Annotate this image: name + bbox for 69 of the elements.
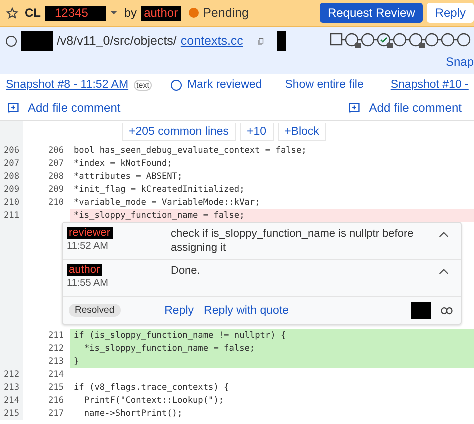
mark-reviewed-radio[interactable] (171, 80, 182, 90)
dropdown-icon[interactable] (110, 9, 118, 17)
star-icon[interactable] (6, 6, 19, 20)
line-number: 215 (3, 408, 21, 418)
snapshot-link[interactable]: Snapshot #8 - 11:52 AM (6, 79, 129, 91)
line-number: 207 (47, 158, 65, 168)
resolved-chip: Resolved (69, 304, 121, 317)
expand-lines-button[interactable]: +205 common lines (122, 123, 236, 141)
reply-button[interactable]: Reply (427, 3, 474, 23)
line-number: 212 (3, 370, 21, 380)
line-number: 206 (3, 146, 21, 156)
comment-text: check if is_sloppy_function_name is nullptr before assigning it (171, 227, 415, 255)
author-name: author (141, 6, 182, 20)
line-number: 207 (3, 158, 21, 168)
line-number: 214 (3, 396, 21, 406)
type-tag: text (134, 80, 152, 90)
line-number: 217 (47, 408, 65, 418)
file-name-link[interactable]: contexts.cc (180, 34, 244, 48)
line-number: 208 (47, 172, 65, 182)
add-comment-icon (8, 102, 19, 114)
status-dot (189, 8, 200, 18)
add-file-comment-link[interactable]: Add file comment (8, 101, 121, 115)
redaction-block (411, 302, 431, 319)
show-entire-file-link[interactable]: Show entire file (285, 79, 364, 91)
code-line: PrintF("Context::Lookup("); (83, 394, 226, 407)
code-line: *variable_mode = VariableMode::kVar; (73, 196, 262, 209)
commenter-name: author (67, 264, 102, 276)
line-number: 211 (3, 210, 21, 220)
code-line: bool has_seen_debug_evaluate_context = false; (73, 144, 308, 157)
line-number: 206 (47, 146, 65, 156)
cl-label: CL (25, 6, 41, 20)
line-number: 209 (3, 184, 21, 194)
by-label: by (124, 6, 138, 20)
reply-link[interactable]: Reply (164, 304, 194, 316)
line-number: 213 (3, 382, 21, 392)
comment-time: 11:55 AM (67, 278, 109, 289)
expand-lines-button[interactable]: +Block (278, 123, 326, 141)
comment-time: 11:52 AM (67, 241, 109, 252)
expand-lines-button[interactable]: +10 (240, 123, 274, 141)
redaction-block (21, 31, 53, 51)
add-file-comment-link[interactable]: Add file comment (349, 101, 462, 115)
redaction-block (277, 31, 286, 51)
mark-reviewed-link[interactable]: Mark reviewed (187, 79, 262, 91)
code-line: name->ShortPrint(); (83, 408, 184, 420)
line-number: 209 (47, 184, 65, 194)
code-line: *index = kNotFound; (73, 158, 174, 170)
code-line: *attributes = ABSENT; (73, 170, 184, 183)
snapshot-link[interactable]: Snapshot #10 - (390, 79, 469, 91)
code-line: if (v8_flags.trace_contexts) { (73, 382, 230, 394)
chevron-icon[interactable] (439, 268, 449, 275)
cl-number: 12345 (45, 6, 106, 20)
commenter-name: reviewer (67, 227, 113, 239)
comment-text: Done. (171, 264, 202, 279)
line-number: 208 (3, 172, 21, 182)
reply-with-quote-link[interactable]: Reply with quote (204, 304, 290, 316)
line-number: 210 (3, 198, 21, 208)
chevron-icon[interactable] (439, 231, 449, 238)
request-review-button[interactable]: Request Review (320, 3, 424, 23)
line-number: 210 (47, 198, 65, 208)
line-number: 215 (47, 382, 65, 392)
file-path: /v8/v11_0/src/objects/ (56, 34, 177, 48)
snapshot-link[interactable]: Snap (446, 55, 474, 69)
line-number: 216 (47, 396, 65, 406)
code-line: *init_flag = kCreatedInitialized; (73, 184, 246, 196)
status-label: Pending (203, 6, 249, 20)
line-number: 214 (47, 370, 65, 380)
add-comment-icon (349, 102, 360, 114)
link-icon[interactable] (441, 306, 453, 314)
reviewed-radio[interactable] (6, 36, 17, 46)
